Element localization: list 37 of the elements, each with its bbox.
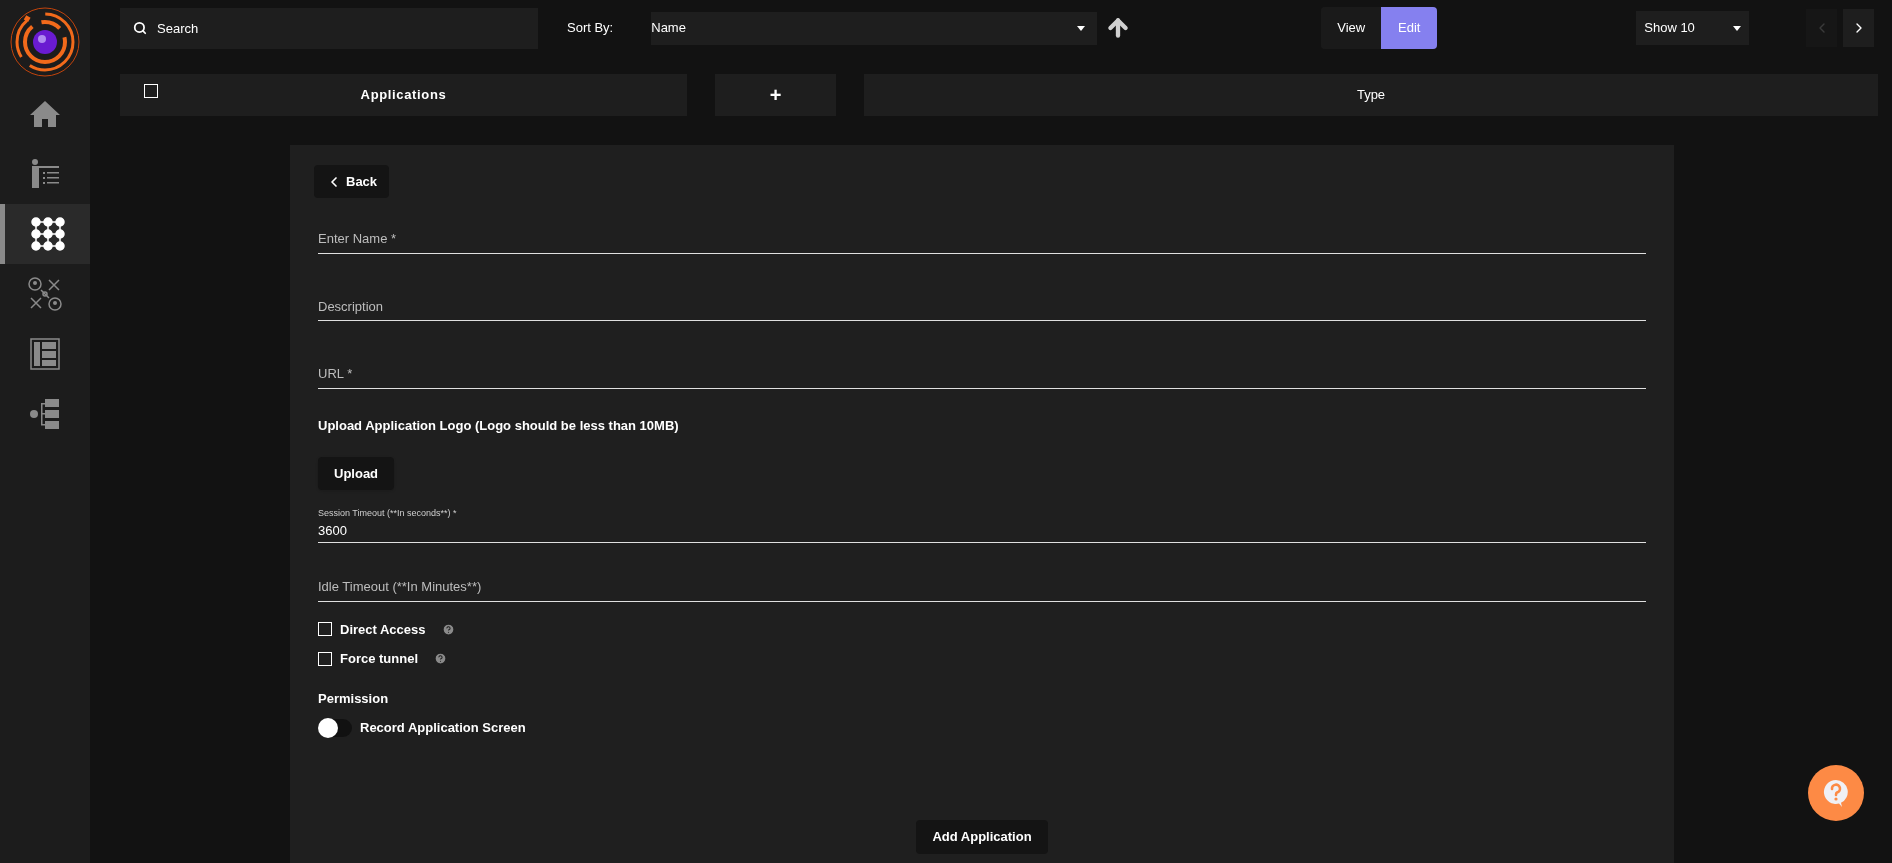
add-application-button[interactable]: Add Application [916,819,1048,854]
column-header: Type [864,74,1878,116]
search-field[interactable]: Search [120,7,538,49]
toggle-switch[interactable] [318,718,352,737]
question-bubble-icon [1823,779,1849,807]
checkbox-label: Force tunnel [340,650,418,668]
page-size-select[interactable]: Show 10 [1636,11,1750,45]
next-page-button[interactable] [1843,9,1874,47]
checkbox-label: Direct Access [340,620,426,639]
dot-grid-icon [29,216,66,252]
caret-icon [1077,25,1086,31]
section-title: Permission [318,689,390,708]
text-field[interactable]: Description [318,296,1646,321]
column-header: Applications [120,74,687,116]
help-icon[interactable] [434,652,447,666]
upload-hint: Upload Application Logo (Logo should be less than 10MB) [318,416,679,435]
back-button[interactable]: Back [314,165,390,198]
checkbox[interactable] [318,651,332,666]
sort-label: Sort By: [567,19,614,38]
add-button[interactable]: + [715,74,836,116]
text-field[interactable]: Enter Name * [318,229,1646,254]
checkbox[interactable] [144,84,158,98]
upload-button[interactable]: Upload [318,457,395,490]
caret-icon [1733,25,1742,31]
text-field[interactable]: Idle Timeout (**In Minutes**) [318,577,1646,602]
text-field[interactable]: URL * [318,364,1646,389]
layout-icon [27,336,63,372]
toggle-label: Record Application Screen [360,719,526,737]
user-network-icon [27,276,63,312]
help-icon[interactable] [441,622,455,636]
help-chat-button[interactable] [1808,765,1864,821]
checkbox[interactable] [318,622,332,637]
sidebar-item[interactable] [0,204,90,264]
logo-icon [9,6,81,78]
sort-select[interactable]: Name [651,11,1098,45]
text-field[interactable]: Session Timeout (**In seconds**) * 3600 [318,507,1646,543]
search-icon [133,20,147,35]
